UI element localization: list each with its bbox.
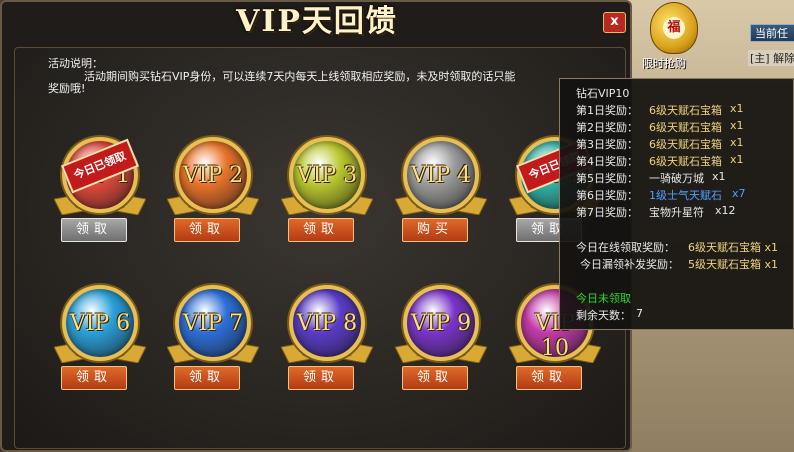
- claim-button[interactable]: 领取: [288, 366, 354, 390]
- reward-day-label: 第1日奖励：: [576, 104, 638, 117]
- claim-button[interactable]: 领取: [402, 366, 468, 390]
- close-button[interactable]: x: [603, 12, 626, 33]
- vip-badge[interactable]: VIP 8 领取: [277, 283, 377, 395]
- reward-quantity: x1: [730, 136, 744, 149]
- vip-level-label: VIP 6: [69, 311, 131, 336]
- reward-quantity: x7: [732, 187, 746, 200]
- activity-description: 活动说明： 活动期间购买钻石VIP身份，可以连续7天内每天上线领取相应奖励，未及…: [48, 57, 608, 96]
- reward-tooltip: 钻石VIP10 第1日奖励： 6级天赋石宝箱 x1 第2日奖励： 6级天赋石宝箱 x1 第3…: [559, 78, 794, 330]
- reward-day-label: 第2日奖励：: [576, 121, 638, 134]
- reward-day-label: 第4日奖励：: [576, 155, 638, 168]
- vip-badge[interactable]: VIP 4 购买: [391, 135, 491, 247]
- tooltip-title: 钻石VIP10: [576, 87, 630, 100]
- remaining-days-label: 剩余天数：: [576, 309, 631, 322]
- reward-day-label: 第6日奖励：: [576, 189, 638, 202]
- claim-button[interactable]: 领取: [516, 366, 582, 390]
- makeup-reward-value: 5级天赋石宝箱 x1: [688, 258, 779, 271]
- reward-quantity: x12: [715, 204, 736, 217]
- claim-button[interactable]: 领取: [61, 366, 127, 390]
- main-quest-link[interactable]: [主] 解除: [748, 50, 794, 66]
- description-label: 活动说明：: [48, 57, 103, 70]
- vip-medal-icon: VIP 6: [62, 285, 138, 361]
- reward-item: 一骑破万城: [649, 172, 704, 185]
- reward-quantity: x1: [730, 153, 744, 166]
- vip-level-label: VIP 9: [410, 311, 472, 336]
- description-text: 活动期间购买钻石VIP身份，可以连续7天内每天上线领取相应奖励，未及时领取的话只…: [84, 69, 516, 83]
- reward-item: 6级天赋石宝箱: [649, 121, 722, 134]
- vip-medal-icon: VIP 2: [175, 137, 251, 213]
- makeup-reward-label: 今日漏领补发奖励：: [580, 258, 679, 271]
- reward-quantity: x1: [712, 170, 726, 183]
- vip-medal-icon: VIP 9: [403, 285, 479, 361]
- fu-char: 福: [663, 17, 685, 39]
- window-title: VIP天回馈: [236, 4, 398, 39]
- description-tail: 奖励哦!: [48, 82, 86, 95]
- claim-button[interactable]: 领取: [288, 218, 354, 242]
- lucky-bag-icon[interactable]: 福: [650, 2, 698, 54]
- vip-medal-icon: VIP 4: [403, 137, 479, 213]
- reward-day-label: 第5日奖励：: [576, 172, 638, 185]
- reward-day-label: 第7日奖励：: [576, 206, 638, 219]
- online-reward-value: 6级天赋石宝箱 x1: [688, 241, 779, 254]
- remaining-days-value: 7: [636, 307, 643, 320]
- claim-button[interactable]: 领取: [61, 218, 127, 242]
- reward-item: 1级士气天赋石: [649, 189, 722, 202]
- vip-medal-icon: VIP 3: [289, 137, 365, 213]
- vip-level-label: VIP 2: [182, 163, 244, 188]
- reward-item: 6级天赋石宝箱: [649, 104, 722, 117]
- current-quest-button[interactable]: 当前任: [750, 24, 794, 42]
- online-reward-label: 今日在线领取奖励：: [576, 241, 675, 254]
- vip-level-label: VIP 7: [182, 311, 244, 336]
- reward-item: 宝物升星符: [649, 206, 704, 219]
- claim-status: 今日未领取: [576, 292, 631, 305]
- vip-badge[interactable]: VIP 9 领取: [391, 283, 491, 395]
- vip-level-label: VIP 4: [410, 163, 472, 188]
- claim-button[interactable]: 领取: [174, 366, 240, 390]
- reward-quantity: x1: [730, 102, 744, 115]
- vip-medal-icon: VIP 8: [289, 285, 365, 361]
- reward-day-label: 第3日奖励：: [576, 138, 638, 151]
- vip-badge[interactable]: VIP 3 领取: [277, 135, 377, 247]
- vip-level-label: VIP 3: [296, 163, 358, 188]
- buy-button[interactable]: 购买: [402, 218, 468, 242]
- claim-button[interactable]: 领取: [174, 218, 240, 242]
- reward-item: 6级天赋石宝箱: [649, 138, 722, 151]
- vip-badge[interactable]: VIP 2 领取: [163, 135, 263, 247]
- vip-level-label: VIP 8: [296, 311, 358, 336]
- limited-sale-label[interactable]: 限时抢购: [642, 55, 686, 71]
- vip-badge[interactable]: VIP 6 领取: [50, 283, 150, 395]
- vip-badge[interactable]: VIP 1今日已领取领取: [50, 135, 150, 247]
- vip-medal-icon: VIP 7: [175, 285, 251, 361]
- side-panel: 福 限时抢购 当前任 [主] 解除: [640, 0, 794, 76]
- reward-item: 6级天赋石宝箱: [649, 155, 722, 168]
- vip-badge[interactable]: VIP 7 领取: [163, 283, 263, 395]
- reward-quantity: x1: [730, 119, 744, 132]
